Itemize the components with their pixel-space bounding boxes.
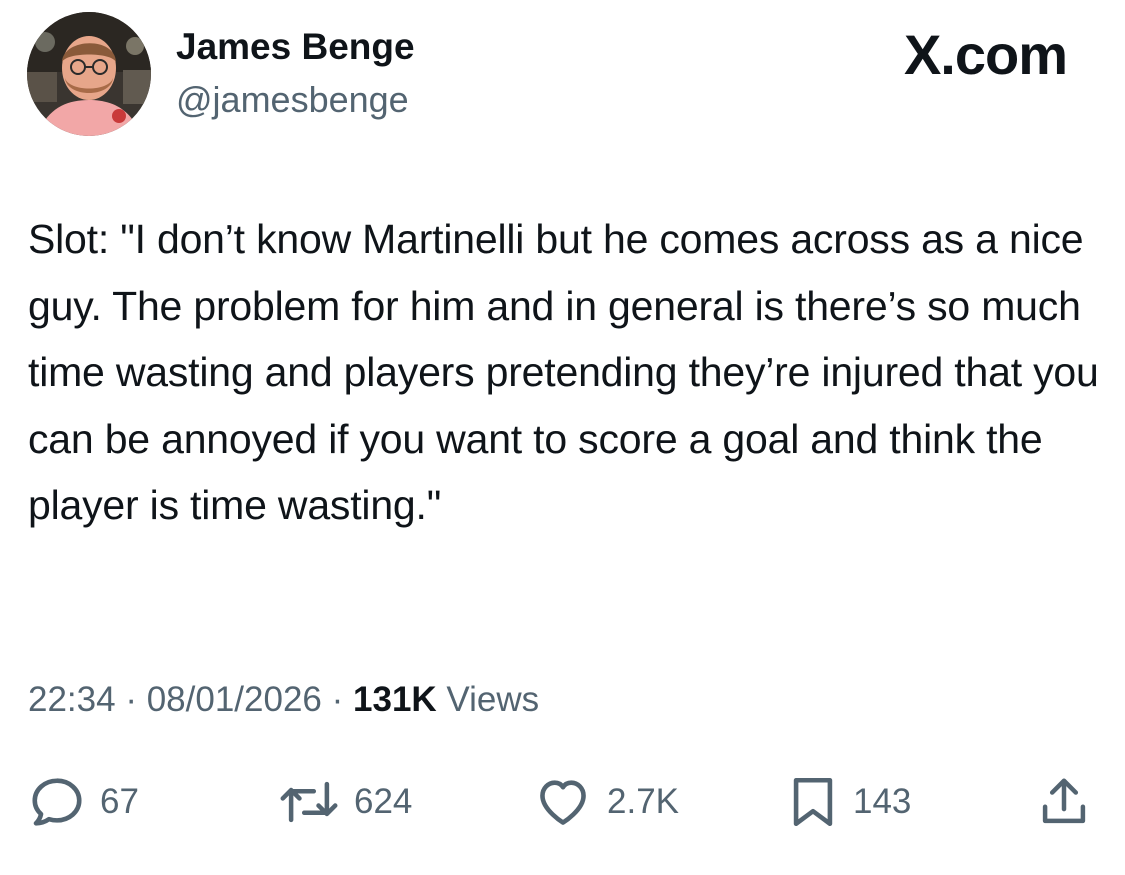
meta-separator: · <box>331 680 344 719</box>
share-icon <box>1042 778 1086 824</box>
meta-separator: · <box>125 680 137 719</box>
profile-photo-icon <box>27 12 151 136</box>
tweet-date[interactable]: 08/01/2026 <box>147 680 322 719</box>
brand-logo: X.com <box>903 23 1068 86</box>
repost-icon <box>280 781 338 823</box>
reply-count: 67 <box>100 782 139 821</box>
share-button[interactable] <box>1038 770 1090 834</box>
tweet-text: Slot: "I don’t know Martinelli but he co… <box>28 216 1099 528</box>
heart-icon <box>540 780 586 825</box>
like-count: 2.7K <box>607 782 679 821</box>
bookmark-count: 143 <box>853 782 912 821</box>
repost-button[interactable]: 624 <box>278 770 412 834</box>
tweet-meta: 22:34 · 08/01/2026 · 131K Views <box>28 680 539 720</box>
bookmark-icon <box>793 777 833 827</box>
avatar[interactable] <box>27 12 151 136</box>
views-label: Views <box>446 680 540 719</box>
bookmark-button[interactable]: 143 <box>787 770 911 834</box>
reply-button[interactable]: 67 <box>28 770 139 834</box>
views-count: 131K <box>353 680 437 719</box>
reply-icon <box>32 778 82 826</box>
action-bar: 67 624 2.7K 143 <box>0 770 1125 834</box>
author-display-name[interactable]: James Benge <box>176 26 415 68</box>
like-button[interactable]: 2.7K <box>533 770 679 834</box>
author-handle[interactable]: @jamesbenge <box>176 79 409 121</box>
tweet-time[interactable]: 22:34 <box>28 680 116 719</box>
repost-count: 624 <box>354 782 413 821</box>
